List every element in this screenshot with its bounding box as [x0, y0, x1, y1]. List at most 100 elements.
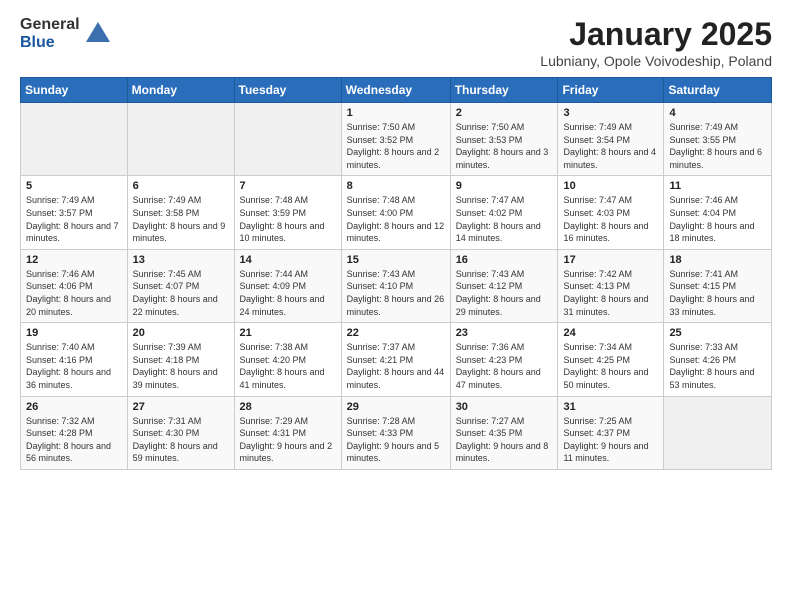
- day-info: Sunrise: 7:41 AM Sunset: 4:15 PM Dayligh…: [669, 268, 766, 318]
- empty-cell: [664, 396, 772, 469]
- day-number: 17: [563, 254, 658, 266]
- day-info: Sunrise: 7:45 AM Sunset: 4:07 PM Dayligh…: [133, 268, 229, 318]
- day-number: 18: [669, 254, 766, 266]
- day-info: Sunrise: 7:33 AM Sunset: 4:26 PM Dayligh…: [669, 341, 766, 391]
- day-number: 11: [669, 180, 766, 192]
- day-number: 24: [563, 327, 658, 339]
- day-info: Sunrise: 7:34 AM Sunset: 4:25 PM Dayligh…: [563, 341, 658, 391]
- logo-general-text: General: [20, 16, 80, 34]
- week-row-5: 26 Sunrise: 7:32 AM Sunset: 4:28 PM Dayli…: [21, 396, 772, 469]
- calendar-table: SundayMondayTuesdayWednesdayThursdayFrid…: [20, 77, 772, 470]
- day-number: 13: [133, 254, 229, 266]
- day-cell-13: 13 Sunrise: 7:45 AM Sunset: 4:07 PM Dayli…: [127, 249, 234, 322]
- day-cell-20: 20Sunrise: 7:39 AM Sunset: 4:18 PM Dayli…: [127, 323, 234, 396]
- day-info: Sunrise: 7:48 AM Sunset: 4:00 PM Dayligh…: [347, 194, 445, 244]
- day-cell-21: 21 Sunrise: 7:38 AM Sunset: 4:20 PM Dayli…: [234, 323, 341, 396]
- day-cell-19: 19 Sunrise: 7:40 AM Sunset: 4:16 PM Dayli…: [21, 323, 128, 396]
- day-cell-31: 31 Sunrise: 7:25 AM Sunset: 4:37 PM Dayli…: [558, 396, 664, 469]
- day-info: Sunrise: 7:47 AM Sunset: 4:03 PM Dayligh…: [563, 194, 658, 244]
- day-cell-16: 16 Sunrise: 7:43 AM Sunset: 4:12 PM Dayli…: [450, 249, 558, 322]
- day-number: 8: [347, 180, 445, 192]
- day-cell-22: 22 Sunrise: 7:37 AM Sunset: 4:21 PM Dayli…: [341, 323, 450, 396]
- day-number: 6: [133, 180, 229, 192]
- day-number: 19: [26, 327, 122, 339]
- day-cell-17: 17 Sunrise: 7:42 AM Sunset: 4:13 PM Dayli…: [558, 249, 664, 322]
- day-cell-26: 26 Sunrise: 7:32 AM Sunset: 4:28 PM Dayli…: [21, 396, 128, 469]
- day-number: 14: [240, 254, 336, 266]
- day-number: 21: [240, 327, 336, 339]
- day-info: Sunrise: 7:50 AM Sunset: 3:52 PM Dayligh…: [347, 121, 445, 171]
- day-cell-9: 9 Sunrise: 7:47 AM Sunset: 4:02 PM Daylig…: [450, 176, 558, 249]
- weekday-header-sunday: Sunday: [21, 78, 128, 103]
- logo: General Blue: [20, 16, 112, 51]
- day-info: Sunrise: 7:40 AM Sunset: 4:16 PM Dayligh…: [26, 341, 122, 391]
- day-number: 25: [669, 327, 766, 339]
- day-info: Sunrise: 7:44 AM Sunset: 4:09 PM Dayligh…: [240, 268, 336, 318]
- day-info: Sunrise: 7:25 AM Sunset: 4:37 PM Dayligh…: [563, 415, 658, 465]
- day-cell-29: 29Sunrise: 7:28 AM Sunset: 4:33 PM Dayli…: [341, 396, 450, 469]
- day-cell-2: 2Sunrise: 7:50 AM Sunset: 3:53 PM Daylig…: [450, 103, 558, 176]
- day-number: 22: [347, 327, 445, 339]
- day-info: Sunrise: 7:43 AM Sunset: 4:10 PM Dayligh…: [347, 268, 445, 318]
- day-number: 26: [26, 401, 122, 413]
- day-cell-1: 1 Sunrise: 7:50 AM Sunset: 3:52 PM Daylig…: [341, 103, 450, 176]
- day-number: 23: [456, 327, 553, 339]
- day-info: Sunrise: 7:37 AM Sunset: 4:21 PM Dayligh…: [347, 341, 445, 391]
- week-row-3: 12 Sunrise: 7:46 AM Sunset: 4:06 PM Dayli…: [21, 249, 772, 322]
- day-cell-6: 6Sunrise: 7:49 AM Sunset: 3:58 PM Daylig…: [127, 176, 234, 249]
- day-number: 2: [456, 107, 553, 119]
- day-cell-10: 10Sunrise: 7:47 AM Sunset: 4:03 PM Dayli…: [558, 176, 664, 249]
- day-info: Sunrise: 7:47 AM Sunset: 4:02 PM Dayligh…: [456, 194, 553, 244]
- weekday-header-monday: Monday: [127, 78, 234, 103]
- day-number: 7: [240, 180, 336, 192]
- day-number: 5: [26, 180, 122, 192]
- day-number: 15: [347, 254, 445, 266]
- day-info: Sunrise: 7:29 AM Sunset: 4:31 PM Dayligh…: [240, 415, 336, 465]
- day-number: 4: [669, 107, 766, 119]
- day-cell-25: 25 Sunrise: 7:33 AM Sunset: 4:26 PM Dayli…: [664, 323, 772, 396]
- day-info: Sunrise: 7:46 AM Sunset: 4:06 PM Dayligh…: [26, 268, 122, 318]
- day-cell-24: 24 Sunrise: 7:34 AM Sunset: 4:25 PM Dayli…: [558, 323, 664, 396]
- title-block: January 2025 Lubniany, Opole Voivodeship…: [540, 16, 772, 69]
- day-cell-3: 3 Sunrise: 7:49 AM Sunset: 3:54 PM Daylig…: [558, 103, 664, 176]
- day-cell-18: 18 Sunrise: 7:41 AM Sunset: 4:15 PM Dayli…: [664, 249, 772, 322]
- day-cell-23: 23 Sunrise: 7:36 AM Sunset: 4:23 PM Dayli…: [450, 323, 558, 396]
- weekday-header-saturday: Saturday: [664, 78, 772, 103]
- day-number: 9: [456, 180, 553, 192]
- week-row-1: 1 Sunrise: 7:50 AM Sunset: 3:52 PM Daylig…: [21, 103, 772, 176]
- empty-cell: [234, 103, 341, 176]
- day-info: Sunrise: 7:31 AM Sunset: 4:30 PM Dayligh…: [133, 415, 229, 465]
- empty-cell: [21, 103, 128, 176]
- day-number: 28: [240, 401, 336, 413]
- weekday-header-row: SundayMondayTuesdayWednesdayThursdayFrid…: [21, 78, 772, 103]
- day-info: Sunrise: 7:38 AM Sunset: 4:20 PM Dayligh…: [240, 341, 336, 391]
- week-row-4: 19 Sunrise: 7:40 AM Sunset: 4:16 PM Dayli…: [21, 323, 772, 396]
- day-info: Sunrise: 7:36 AM Sunset: 4:23 PM Dayligh…: [456, 341, 553, 391]
- page-header: General Blue January 2025 Lubniany, Opol…: [20, 16, 772, 69]
- day-info: Sunrise: 7:48 AM Sunset: 3:59 PM Dayligh…: [240, 194, 336, 244]
- day-cell-8: 8 Sunrise: 7:48 AM Sunset: 4:00 PM Daylig…: [341, 176, 450, 249]
- day-number: 16: [456, 254, 553, 266]
- day-number: 1: [347, 107, 445, 119]
- logo-icon: [84, 20, 112, 48]
- weekday-header-wednesday: Wednesday: [341, 78, 450, 103]
- day-cell-11: 11 Sunrise: 7:46 AM Sunset: 4:04 PM Dayli…: [664, 176, 772, 249]
- day-number: 31: [563, 401, 658, 413]
- day-number: 12: [26, 254, 122, 266]
- day-cell-15: 15 Sunrise: 7:43 AM Sunset: 4:10 PM Dayli…: [341, 249, 450, 322]
- day-info: Sunrise: 7:49 AM Sunset: 3:55 PM Dayligh…: [669, 121, 766, 171]
- day-number: 29: [347, 401, 445, 413]
- day-info: Sunrise: 7:32 AM Sunset: 4:28 PM Dayligh…: [26, 415, 122, 465]
- day-cell-4: 4 Sunrise: 7:49 AM Sunset: 3:55 PM Daylig…: [664, 103, 772, 176]
- day-info: Sunrise: 7:46 AM Sunset: 4:04 PM Dayligh…: [669, 194, 766, 244]
- day-cell-30: 30Sunrise: 7:27 AM Sunset: 4:35 PM Dayli…: [450, 396, 558, 469]
- day-cell-14: 14 Sunrise: 7:44 AM Sunset: 4:09 PM Dayli…: [234, 249, 341, 322]
- day-number: 3: [563, 107, 658, 119]
- day-info: Sunrise: 7:49 AM Sunset: 3:54 PM Dayligh…: [563, 121, 658, 171]
- day-info: Sunrise: 7:42 AM Sunset: 4:13 PM Dayligh…: [563, 268, 658, 318]
- location-title: Lubniany, Opole Voivodeship, Poland: [540, 53, 772, 69]
- day-number: 27: [133, 401, 229, 413]
- weekday-header-thursday: Thursday: [450, 78, 558, 103]
- logo-blue-text: Blue: [20, 34, 80, 52]
- day-info: Sunrise: 7:43 AM Sunset: 4:12 PM Dayligh…: [456, 268, 553, 318]
